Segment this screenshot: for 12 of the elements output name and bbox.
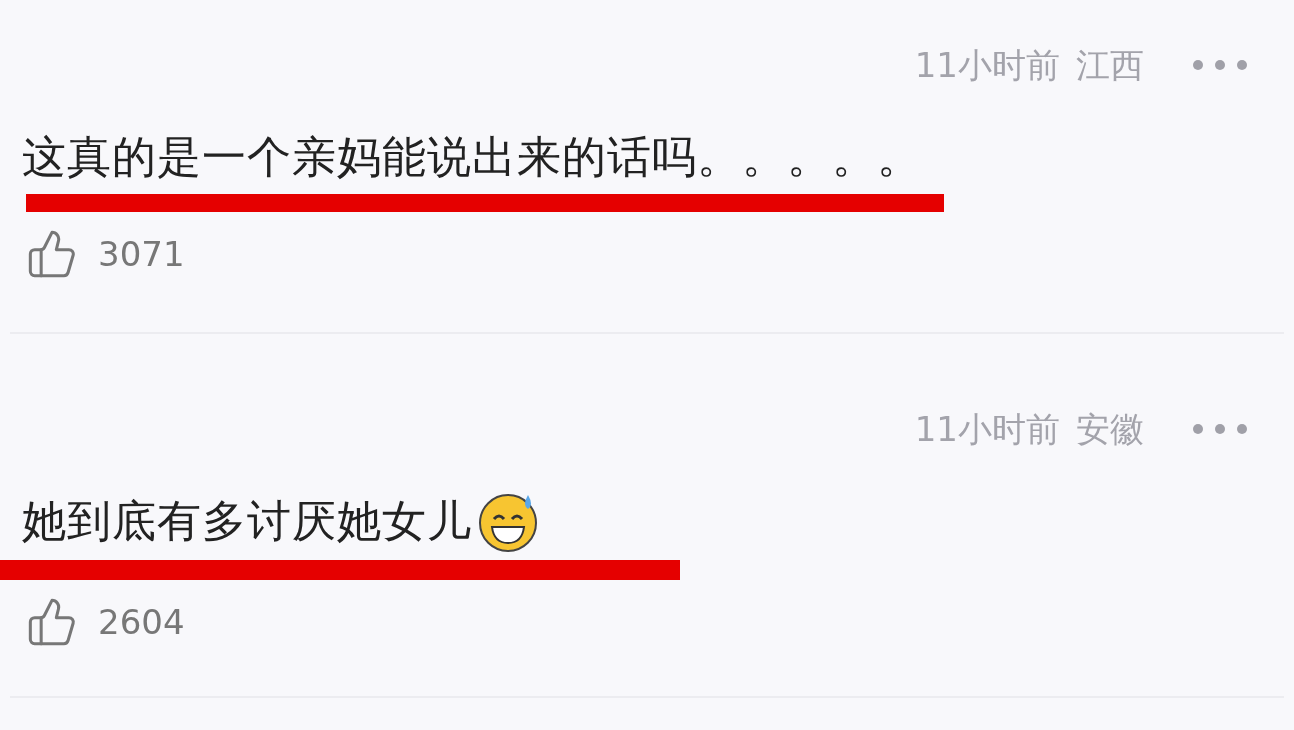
thumbs-up-icon[interactable]	[26, 596, 78, 648]
like-count: 2604	[98, 600, 185, 644]
like-count: 3071	[98, 232, 185, 276]
comment-location: 安徽	[1076, 407, 1144, 451]
comment-location: 江西	[1076, 43, 1144, 87]
thumbs-up-icon[interactable]	[26, 228, 78, 280]
more-icon[interactable]	[1192, 58, 1248, 72]
more-icon[interactable]	[1192, 422, 1248, 436]
comment-time: 11小时前	[914, 407, 1060, 451]
comment-text: 这真的是一个亲妈能说出来的话吗。。。。。	[22, 130, 922, 184]
comment-time: 11小时前	[914, 43, 1060, 87]
comment-text: 她到底有多讨厌她女儿	[22, 494, 472, 548]
